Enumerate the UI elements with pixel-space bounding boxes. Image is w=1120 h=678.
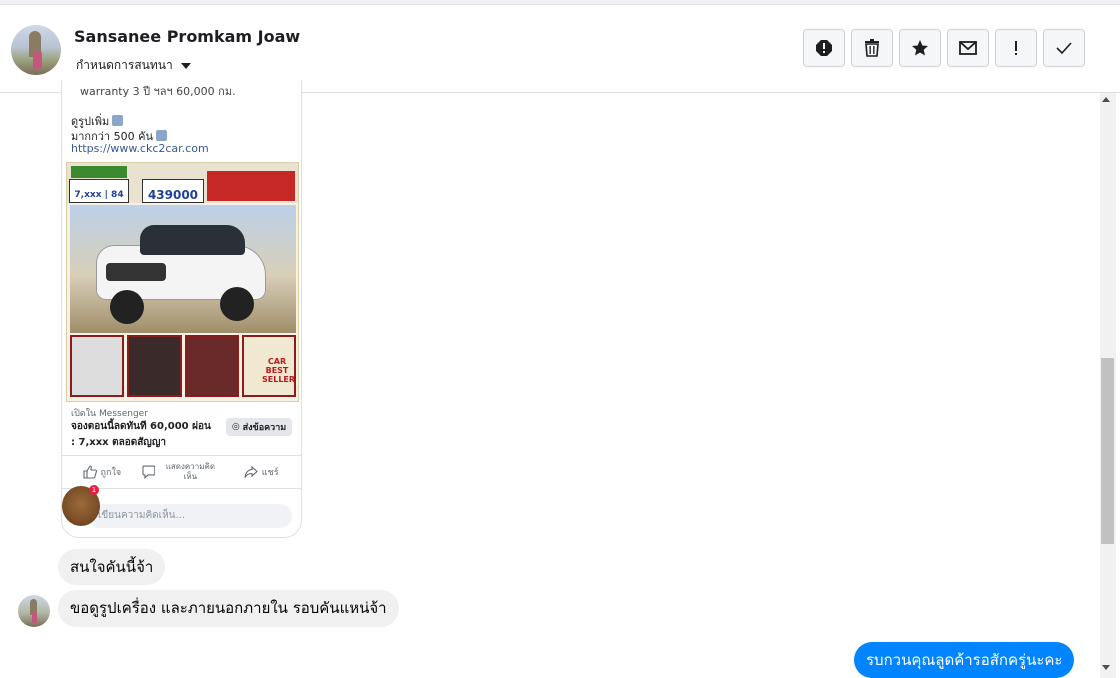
mark-unread-button[interactable] [947,29,989,67]
thumbs-up-icon [82,465,97,479]
car-photo [70,205,296,333]
ad-image[interactable]: 7,xxx | 84 งวด 439000 i CAR BEST SELLER [66,162,299,402]
thumbnail-seller-badge: CAR BEST SELLER [241,335,296,397]
notification-badge: 1 [89,485,99,495]
share-icon [244,465,258,478]
exclamation-icon [1015,41,1017,55]
assign-conversation-dropdown[interactable]: กำหนดการสนทนา [76,56,191,75]
outgoing-message[interactable]: รบกวนคุณลูดค้ารอสักครู่นะคะ [854,642,1075,678]
sender-avatar[interactable] [18,595,50,627]
arrow-right-icon [155,130,167,141]
incoming-message[interactable]: ขอดูรูปเครื่อง และภายนอกภายใน รอบคันแหน่… [58,590,399,627]
assign-label: กำหนดการสนทนา [76,58,173,72]
check-icon [1056,42,1072,55]
messenger-icon: ◎ [231,422,240,432]
conversation-actions [803,29,1085,67]
share-button[interactable]: แชร์ [221,456,301,488]
star-icon [912,40,928,56]
thumbnail-front [70,335,125,397]
like-button[interactable]: ถูกใจ [62,456,142,488]
ad-discount-badge [207,171,295,201]
ad-banner [71,166,127,178]
mark-done-button[interactable] [1043,29,1085,67]
comment-input[interactable]: เขียนความคิดเห็น... [88,504,292,528]
envelope-icon [959,41,977,55]
ad-link[interactable]: https://www.ckc2car.com [71,142,209,155]
contact-name[interactable]: Sansanee Promkam Joaw [74,27,300,46]
delete-button[interactable] [851,29,893,67]
spam-button[interactable] [803,29,845,67]
scroll-down-arrow-icon[interactable] [1102,665,1110,670]
contact-avatar[interactable] [11,25,61,75]
scrollbar-thumb[interactable] [1101,358,1114,544]
trash-icon [865,39,879,57]
scroll-up-arrow-icon[interactable] [1102,97,1110,102]
star-button[interactable] [899,29,941,67]
thumbnail-wheel [127,335,182,397]
ad-installment: 7,xxx | 84 งวด [69,179,129,230]
open-in-messenger-label: เปิดใน Messenger [71,409,148,419]
comment-button[interactable]: แสดงความคิดเห็น [142,456,222,488]
thumbnail-interior [184,335,239,397]
send-message-button[interactable]: ◎ ส่งข้อความ [226,418,292,436]
ad-cut-text: warranty 3 ปี ฯลฯ 60,000 กม. [80,85,236,98]
arrow-down-icon [112,115,124,126]
mark-important-button[interactable] [995,29,1037,67]
comment-icon [142,465,156,479]
ad-price: 439000 [142,179,204,203]
shared-ad-card: warranty 3 ปี ฯลฯ 60,000 กม. ดูรูปเพิ่ม … [61,80,302,538]
ad-thumbnails: CAR BEST SELLER [70,335,296,397]
reaction-bar: ถูกใจ แสดงความคิดเห็น แชร์ [62,455,301,489]
ad-title: จองตอนนี้ลดทันที 60,000 ผ่อน : 7,xxx ตลอ… [71,421,211,448]
exclamation-circle-icon [816,40,832,56]
incoming-message[interactable]: สนใจคันนี้จ้า [58,549,166,585]
caret-down-icon [180,62,191,69]
